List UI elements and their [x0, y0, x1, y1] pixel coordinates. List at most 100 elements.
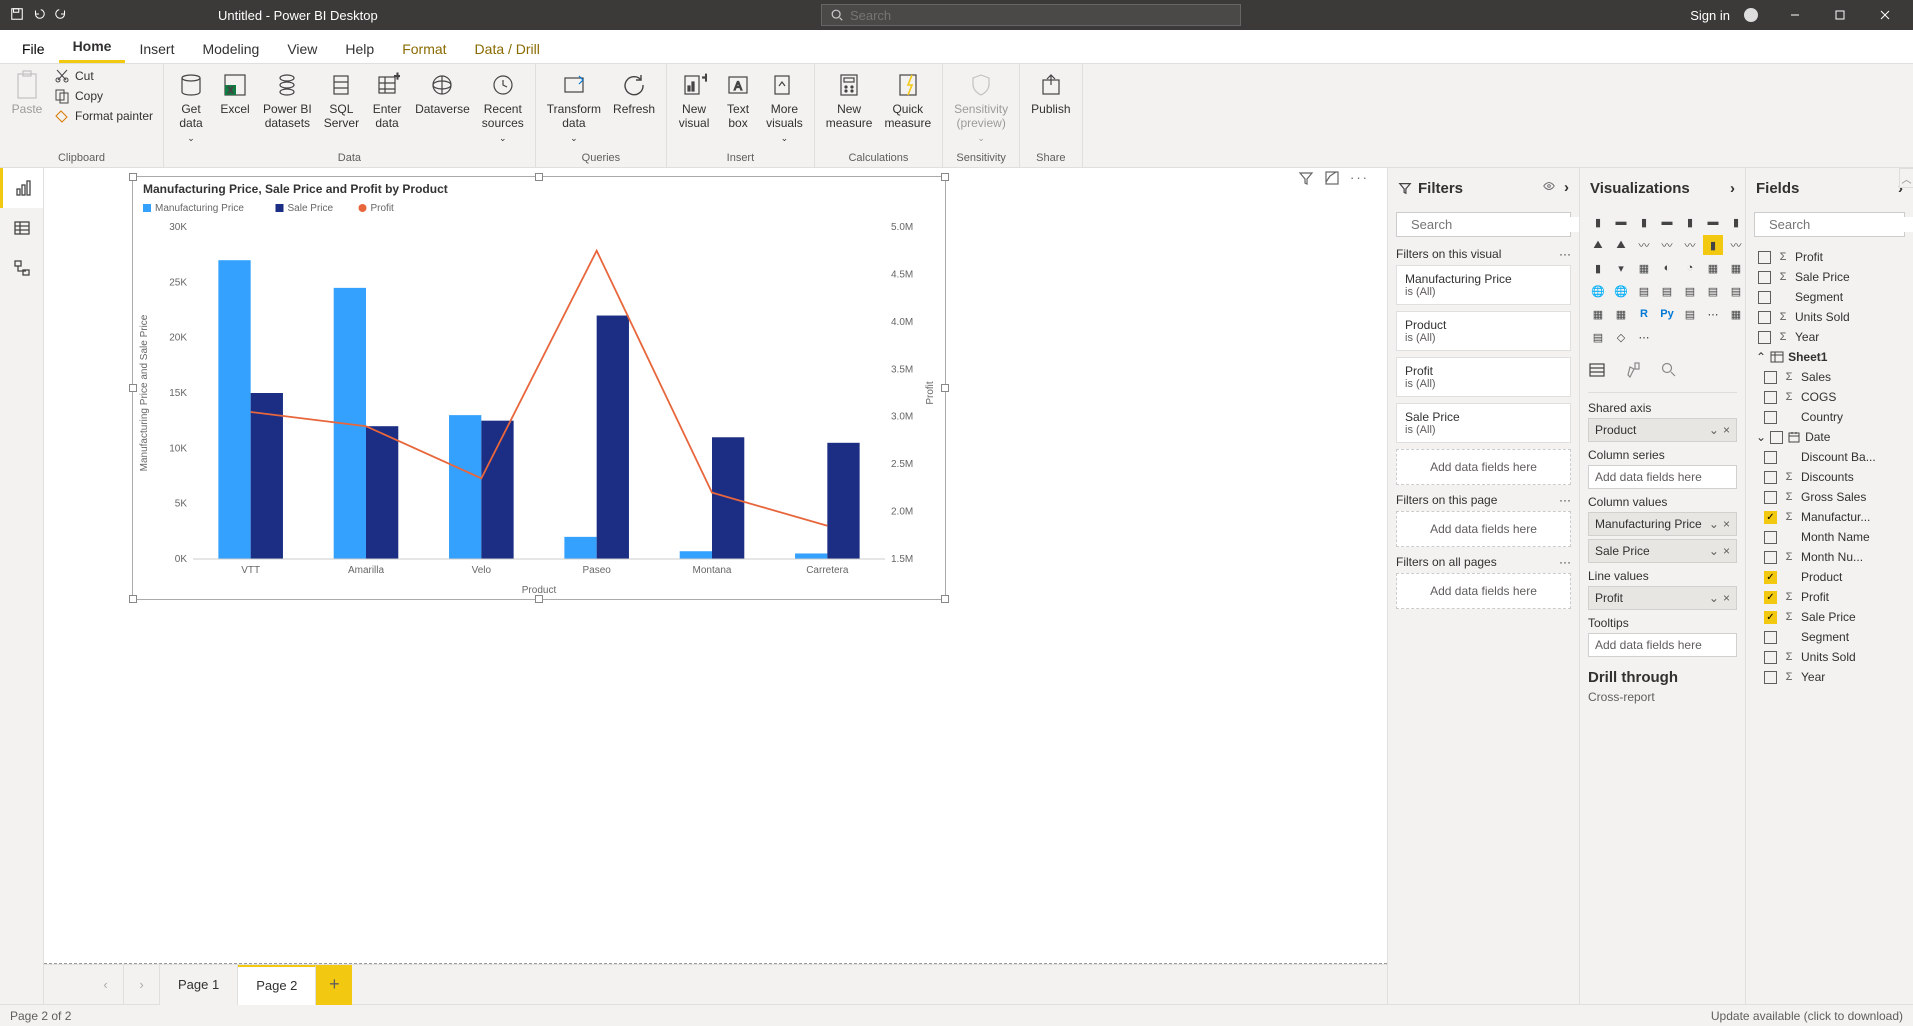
shared-axis-well[interactable]: Product⌄× — [1588, 418, 1737, 442]
field-item[interactable]: Segment — [1754, 287, 1905, 307]
date-node[interactable]: ⌄Date — [1754, 427, 1905, 447]
viz-type-icon[interactable]: ▤ — [1588, 327, 1608, 347]
report-canvas[interactable]: ··· Manufacturing Price, Sale Price and … — [44, 168, 1387, 963]
enter-data-button[interactable]: +Enter data — [366, 66, 408, 134]
viz-type-icon[interactable]: ⋯ — [1703, 304, 1723, 324]
viz-type-icon[interactable]: ⋯ — [1634, 327, 1654, 347]
model-view-icon[interactable] — [0, 248, 43, 288]
add-page-filter-zone[interactable]: Add data fields here — [1396, 511, 1571, 547]
copy-button[interactable]: Copy — [50, 86, 157, 106]
field-item[interactable]: ΣSales — [1760, 367, 1905, 387]
viz-type-icon[interactable]: R — [1634, 304, 1654, 324]
add-all-filter-zone[interactable]: Add data fields here — [1396, 573, 1571, 609]
collapse-ribbon-icon[interactable]: ︿ — [1899, 168, 1913, 188]
quick-measure-button[interactable]: Quick measure — [879, 66, 936, 134]
filters-page-more-icon[interactable]: ··· — [1559, 493, 1571, 507]
field-item[interactable]: ΣProfit — [1754, 247, 1905, 267]
viz-type-icon[interactable]: 〰 — [1680, 235, 1700, 255]
new-visual-button[interactable]: +New visual — [673, 66, 715, 134]
viz-type-icon[interactable]: ▮ — [1726, 212, 1745, 232]
viz-type-icon[interactable]: ▦ — [1726, 258, 1745, 278]
viz-type-icon[interactable]: Py — [1657, 304, 1677, 324]
filters-all-more-icon[interactable]: ··· — [1559, 555, 1571, 569]
chart-visual[interactable]: Manufacturing Price, Sale Price and Prof… — [132, 176, 946, 600]
field-item[interactable]: ΣSale Price — [1754, 267, 1905, 287]
field-item[interactable]: ✓ΣSale Price — [1760, 607, 1905, 627]
filters-visual-more-icon[interactable]: ··· — [1559, 247, 1571, 261]
filter-card[interactable]: Profitis (All) — [1396, 357, 1571, 397]
viz-type-icon[interactable]: ▮ — [1634, 212, 1654, 232]
filter-card[interactable]: Manufacturing Priceis (All) — [1396, 265, 1571, 305]
more-visuals-button[interactable]: More visuals⌄ — [761, 66, 808, 146]
undo-icon[interactable] — [32, 7, 46, 24]
viz-type-icon[interactable]: ▤ — [1703, 281, 1723, 301]
field-item[interactable]: Month Name — [1760, 527, 1905, 547]
viz-type-icon[interactable]: ◔ — [1680, 258, 1700, 278]
tab-file[interactable]: File — [8, 35, 59, 63]
viz-type-icon[interactable]: ▬ — [1657, 212, 1677, 232]
column-values-mfg[interactable]: Manufacturing Price⌄× — [1588, 512, 1737, 536]
transform-data-button[interactable]: Transform data⌄ — [542, 66, 606, 146]
tab-home[interactable]: Home — [59, 32, 126, 63]
status-update-label[interactable]: Update available (click to download) — [1711, 1009, 1903, 1023]
column-values-sale[interactable]: Sale Price⌄× — [1588, 539, 1737, 563]
dataverse-button[interactable]: Dataverse — [410, 66, 475, 120]
signin-link[interactable]: Sign in — [1690, 8, 1730, 23]
viz-type-icon[interactable]: 🌐 — [1588, 281, 1608, 301]
avatar-icon[interactable] — [1744, 8, 1758, 22]
add-page-button[interactable]: + — [316, 965, 352, 1005]
filter-card[interactable]: Productis (All) — [1396, 311, 1571, 351]
viz-type-icon[interactable]: ◐ — [1657, 258, 1677, 278]
viz-type-icon[interactable]: 〰 — [1634, 235, 1654, 255]
viz-type-icon[interactable]: ⛰ — [1588, 235, 1608, 255]
viz-type-icon[interactable]: 〰 — [1657, 235, 1677, 255]
report-view-icon[interactable] — [0, 168, 43, 208]
redo-icon[interactable] — [54, 7, 68, 24]
field-item[interactable]: ΣUnits Sold — [1754, 307, 1905, 327]
viz-type-icon[interactable]: ▮ — [1680, 212, 1700, 232]
field-item[interactable]: Discount Ba... — [1760, 447, 1905, 467]
field-item[interactable]: ΣCOGS — [1760, 387, 1905, 407]
viz-type-icon[interactable]: ◇ — [1611, 327, 1631, 347]
add-visual-filter-zone[interactable]: Add data fields here — [1396, 449, 1571, 485]
viz-type-icon[interactable]: ▦ — [1611, 304, 1631, 324]
refresh-button[interactable]: Refresh — [608, 66, 660, 120]
collapse-filters-icon[interactable]: › — [1564, 179, 1569, 197]
viz-type-icon[interactable]: ▦ — [1726, 304, 1745, 324]
close-button[interactable] — [1862, 0, 1907, 30]
viz-type-icon[interactable]: 🌐 — [1611, 281, 1631, 301]
global-search-input[interactable] — [850, 8, 1232, 23]
tooltips-well[interactable]: Add data fields here — [1588, 633, 1737, 657]
viz-type-icon[interactable]: ▦ — [1588, 304, 1608, 324]
next-page-button[interactable]: › — [124, 965, 160, 1005]
format-painter-button[interactable]: Format painter — [50, 106, 157, 126]
field-item[interactable]: ΣDiscounts — [1760, 467, 1905, 487]
paste-button[interactable]: Paste — [6, 66, 48, 120]
analytics-tab-icon[interactable] — [1660, 361, 1678, 382]
recent-sources-button[interactable]: Recent sources⌄ — [477, 66, 529, 146]
viz-type-icon[interactable]: ▮ — [1588, 212, 1608, 232]
viz-type-icon[interactable]: ▮ — [1703, 235, 1723, 255]
field-item[interactable]: Segment — [1760, 627, 1905, 647]
page-tab-1[interactable]: Page 1 — [160, 965, 238, 1005]
publish-button[interactable]: Publish — [1026, 66, 1075, 120]
minimize-button[interactable] — [1772, 0, 1817, 30]
tab-datadrill[interactable]: Data / Drill — [461, 35, 554, 63]
maximize-button[interactable] — [1817, 0, 1862, 30]
tab-view[interactable]: View — [273, 35, 331, 63]
excel-button[interactable]: XExcel — [214, 66, 256, 120]
field-item[interactable]: ΣYear — [1760, 667, 1905, 687]
new-measure-button[interactable]: New measure — [821, 66, 878, 134]
text-box-button[interactable]: AText box — [717, 66, 759, 134]
fields-tab-icon[interactable] — [1588, 361, 1606, 382]
field-item[interactable]: ΣYear — [1754, 327, 1905, 347]
field-item[interactable]: ✓ΣManufactur... — [1760, 507, 1905, 527]
tab-modeling[interactable]: Modeling — [188, 35, 273, 63]
filter-card[interactable]: Sale Priceis (All) — [1396, 403, 1571, 443]
viz-type-icon[interactable]: ▤ — [1634, 281, 1654, 301]
more-options-icon[interactable]: ··· — [1350, 170, 1369, 189]
get-data-button[interactable]: Get data⌄ — [170, 66, 212, 146]
prev-page-button[interactable]: ‹ — [88, 965, 124, 1005]
viz-type-icon[interactable]: ▦ — [1634, 258, 1654, 278]
tab-insert[interactable]: Insert — [125, 35, 188, 63]
